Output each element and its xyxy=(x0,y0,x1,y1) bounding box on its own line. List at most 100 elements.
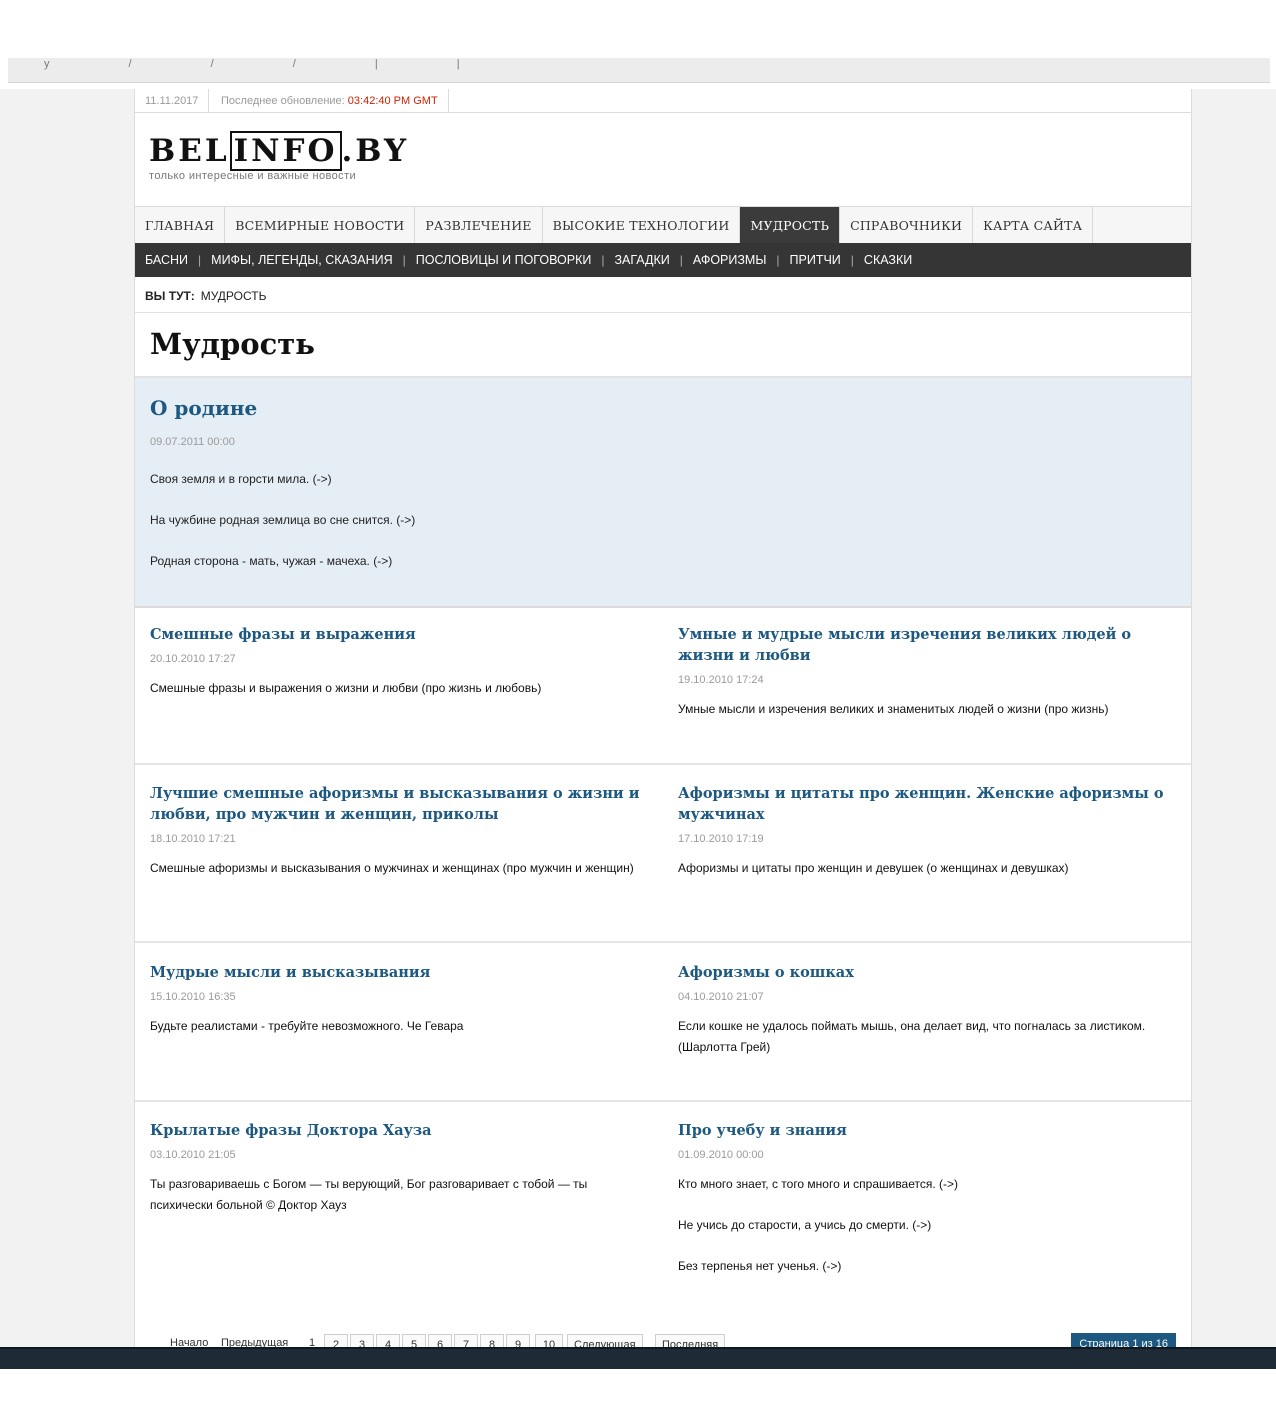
divider xyxy=(135,763,1191,765)
featured-line[interactable]: На чужбине родная землица во сне снится.… xyxy=(150,513,415,527)
sub-nav-item[interactable]: Притчи xyxy=(790,253,841,267)
sub-nav-separator: | xyxy=(601,253,605,267)
article-card: Умные и мудрые мысли изречения великих л… xyxy=(678,624,1178,720)
article-title[interactable]: Смешные фразы и выражения xyxy=(150,624,650,645)
article-card: Лучшие смешные афоризмы и высказывания о… xyxy=(150,783,650,879)
pager-page[interactable]: 6 xyxy=(428,1334,452,1347)
pager-page[interactable]: 5 xyxy=(402,1334,426,1347)
pager-start[interactable]: Начало xyxy=(170,1337,208,1347)
sub-nav-item[interactable]: Сказки xyxy=(864,253,912,267)
article-date: 04.10.2010 21:07 xyxy=(678,991,764,1003)
main-nav-item[interactable]: Справочники xyxy=(840,207,974,243)
pager-page[interactable]: 3 xyxy=(350,1334,374,1347)
featured-article: О родине 09.07.2011 00:00 Своя земля и в… xyxy=(135,378,1191,608)
featured-title[interactable]: О родине xyxy=(150,396,257,420)
article-date: 15.10.2010 16:35 xyxy=(150,991,236,1003)
logo-mark[interactable]: BEL INFO .BY xyxy=(149,131,410,171)
logo-part2: INFO xyxy=(229,131,342,171)
main-nav-item[interactable]: Главная xyxy=(135,207,226,243)
article-title[interactable]: Умные и мудрые мысли изречения великих л… xyxy=(678,624,1178,666)
article-lines: Кто много знает, с того много и спрашива… xyxy=(678,1174,1178,1277)
pager-next[interactable]: Следующая xyxy=(567,1334,643,1347)
article-text: Смешные фразы и выражения о жизни и любв… xyxy=(150,681,542,695)
site-logo[interactable]: BEL INFO .BY только интересные и важные но… xyxy=(149,131,410,182)
pager-last[interactable]: Последняя xyxy=(655,1334,726,1347)
article-line[interactable]: Без терпенья нет ученья. (->) xyxy=(678,1256,1178,1277)
date-bar: 11.11.2017 Последнее обновление: 03:42:4… xyxy=(135,89,1191,113)
pager-current: 1 xyxy=(309,1337,316,1347)
main-nav-item[interactable]: Всемирные новости xyxy=(225,207,416,243)
pager-page[interactable]: 8 xyxy=(480,1334,504,1347)
breadcrumb: ВЫ ТУТ: МУДРОСТЬ xyxy=(145,278,266,312)
article-date: 18.10.2010 17:21 xyxy=(150,833,236,845)
article-card: Афоризмы о кошках 04.10.2010 21:07 Если … xyxy=(678,962,1178,1058)
page-container: 11.11.2017 Последнее обновление: 03:42:4… xyxy=(134,89,1192,1347)
taskbar xyxy=(0,1347,1276,1371)
article-date: 20.10.2010 17:27 xyxy=(150,653,236,665)
sub-nav-separator: | xyxy=(198,253,202,267)
main-nav-item[interactable]: Развлечение xyxy=(415,207,543,243)
sub-nav: Басни | Мифы, легенды, сказания | Пословицы … xyxy=(135,243,1191,277)
current-date: 11.11.2017 xyxy=(135,89,210,112)
article-date: 19.10.2010 17:24 xyxy=(678,674,764,686)
article-card: Мудрые мысли и высказывания 15.10.2010 1… xyxy=(150,962,650,1037)
article-date: 17.10.2010 17:19 xyxy=(678,833,764,845)
last-update: Последнее обновление: 03:42:40 PM GMT xyxy=(211,89,449,112)
article-text: Если кошке не удалось поймать мышь, она … xyxy=(678,1019,1146,1054)
sub-nav-separator: | xyxy=(776,253,780,267)
breadcrumb-label: ВЫ ТУТ: xyxy=(145,289,195,303)
divider xyxy=(135,941,1191,943)
article-title[interactable]: Лучшие смешные афоризмы и высказывания о… xyxy=(150,783,650,825)
divider xyxy=(135,1100,1191,1102)
sub-nav-separator: | xyxy=(402,253,406,267)
article-card: Про учебу и знания 01.09.2010 00:00 Кто … xyxy=(678,1120,1178,1297)
last-update-time: 03:42:40 PM GMT xyxy=(347,95,438,107)
sub-nav-separator: | xyxy=(679,253,683,267)
article-title[interactable]: Афоризмы и цитаты про женщин. Женские аф… xyxy=(678,783,1178,825)
sub-nav-item[interactable]: Басни xyxy=(145,253,188,267)
breadcrumb-current[interactable]: МУДРОСТЬ xyxy=(201,289,267,303)
pager-page[interactable]: 9 xyxy=(506,1334,530,1347)
article-card: Крылатые фразы Доктора Хауза 03.10.2010 … xyxy=(150,1120,650,1216)
article-card: Смешные фразы и выражения 20.10.2010 17:… xyxy=(150,624,650,699)
featured-line[interactable]: Своя земля и в горсти мила. (->) xyxy=(150,472,332,486)
article-text: Афоризмы и цитаты про женщин и девушек (… xyxy=(678,861,1069,875)
pagination: Начало Предыдущая 1 2 3 4 5 6 7 8 9 10 С… xyxy=(135,1325,1191,1347)
article-title[interactable]: Крылатые фразы Доктора Хауза xyxy=(150,1120,650,1141)
article-line[interactable]: Кто много знает, с того много и спрашива… xyxy=(678,1174,1178,1195)
article-date: 03.10.2010 21:05 xyxy=(150,1149,236,1161)
sub-nav-item[interactable]: Пословицы и поговорки xyxy=(416,253,592,267)
sub-nav-item[interactable]: Афоризмы xyxy=(693,253,767,267)
article-title[interactable]: Про учебу и знания xyxy=(678,1120,1178,1141)
article-title[interactable]: Афоризмы о кошках xyxy=(678,962,1178,983)
main-nav-list: Главная Всемирные новости Развлечение Высок… xyxy=(135,207,1191,243)
featured-line[interactable]: Родная сторона - мать, чужая - мачеха. (… xyxy=(150,554,392,568)
article-line[interactable]: Не учись до старости, а учись до смерти.… xyxy=(678,1215,1178,1236)
last-update-label: Последнее обновление: xyxy=(221,95,345,107)
pager-page[interactable]: 4 xyxy=(376,1334,400,1347)
article-title[interactable]: Мудрые мысли и высказывания xyxy=(150,962,650,983)
sub-nav-item[interactable]: Мифы, легенды, сказания xyxy=(211,253,393,267)
logo-part3: .BY xyxy=(341,133,410,169)
pager-count: Страница 1 из 16 xyxy=(1071,1333,1176,1347)
article-text: Ты разговариваешь с Богом — ты верующий,… xyxy=(150,1177,588,1212)
top-margin xyxy=(0,0,1276,58)
browser-crumbs: y / / / | | xyxy=(44,58,498,70)
sub-nav-item[interactable]: Загадки xyxy=(614,253,669,267)
main-nav-item[interactable]: Высокие технологии xyxy=(543,207,741,243)
pager-page[interactable]: 10 xyxy=(535,1334,563,1347)
article-text: Смешные афоризмы и высказывания о мужчин… xyxy=(150,861,634,875)
article-card: Афоризмы и цитаты про женщин. Женские аф… xyxy=(678,783,1178,879)
pager-prev[interactable]: Предыдущая xyxy=(221,1337,288,1347)
logo-part1: BEL xyxy=(149,133,230,169)
page-title: Мудрость xyxy=(150,327,315,361)
article-text: Умные мысли и изречения великих и знамен… xyxy=(678,702,1109,716)
pager-page[interactable]: 7 xyxy=(454,1334,478,1347)
main-nav-item[interactable]: Карта сайта xyxy=(973,207,1094,243)
main-nav-item[interactable]: Мудрость xyxy=(740,207,841,243)
main-nav: Главная Всемирные новости Развлечение Высок… xyxy=(135,206,1191,243)
logo-tagline: только интересные и важные новости xyxy=(149,170,357,182)
browser-toolbar: y / / / | | xyxy=(8,58,1270,83)
pager-page[interactable]: 2 xyxy=(324,1334,348,1347)
article-text: Будьте реалистами - требуйте невозможног… xyxy=(150,1019,464,1033)
